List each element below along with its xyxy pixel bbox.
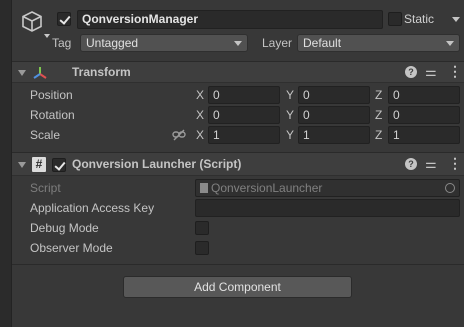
object-picker-icon[interactable] <box>445 183 455 193</box>
scale-x-axis[interactable]: X <box>196 126 204 144</box>
scale-z-field[interactable]: 1 <box>388 126 460 144</box>
script-component-header[interactable]: # Qonversion Launcher (Script) ? ⚌ ⋮ <box>12 152 464 176</box>
rotation-z-axis[interactable]: Z <box>375 106 382 124</box>
gameobject-active-checkbox[interactable] <box>57 12 71 26</box>
static-checkbox[interactable] <box>388 12 402 26</box>
script-enabled-checkbox[interactable] <box>52 158 66 172</box>
position-z-field[interactable]: 0 <box>388 86 460 104</box>
chevron-down-icon <box>234 41 242 46</box>
inspector-panel: QonversionManager Static Tag Untagged La… <box>12 0 464 327</box>
static-label[interactable]: Static <box>404 10 434 28</box>
tag-dropdown[interactable]: Untagged <box>80 34 248 52</box>
tag-value: Untagged <box>86 36 139 50</box>
transform-header[interactable]: Transform ? ⚌ ⋮ <box>12 61 464 83</box>
rotation-x-axis[interactable]: X <box>196 106 204 124</box>
layer-value: Default <box>303 36 342 50</box>
rotation-y-field[interactable]: 0 <box>298 106 370 124</box>
foldout-arrow-icon[interactable] <box>18 70 26 76</box>
rotation-x-field[interactable]: 0 <box>208 106 280 124</box>
script-hash-icon: # <box>32 157 46 172</box>
app-key-label: Application Access Key <box>30 201 155 215</box>
help-icon[interactable]: ? <box>405 66 417 78</box>
script-file-icon <box>200 183 208 193</box>
script-label: Script <box>30 181 61 195</box>
add-component-button[interactable]: Add Component <box>123 276 352 298</box>
presets-icon[interactable]: ⚌ <box>425 156 437 172</box>
scale-y-field[interactable]: 1 <box>298 126 370 144</box>
script-component-title: Qonversion Launcher (Script) <box>72 157 242 171</box>
kebab-menu-icon[interactable]: ⋮ <box>448 63 462 80</box>
tag-label: Tag <box>52 36 72 50</box>
left-panel-edge <box>0 0 12 327</box>
observer-mode-label: Observer Mode <box>30 241 113 255</box>
scale-z-axis[interactable]: Z <box>375 126 382 144</box>
debug-mode-label: Debug Mode <box>30 221 99 235</box>
observer-mode-checkbox[interactable] <box>195 241 209 255</box>
position-x-field[interactable]: 0 <box>208 86 280 104</box>
chevron-down-icon <box>446 41 454 46</box>
script-object-field: QonversionLauncher <box>195 179 460 197</box>
app-key-input[interactable] <box>195 199 460 217</box>
rotation-y-axis[interactable]: Y <box>286 106 294 124</box>
scale-y-axis[interactable]: Y <box>286 126 294 144</box>
kebab-menu-icon[interactable]: ⋮ <box>448 155 462 172</box>
script-value: QonversionLauncher <box>211 181 323 195</box>
position-y-axis[interactable]: Y <box>286 86 294 104</box>
rotation-z-field[interactable]: 0 <box>388 106 460 124</box>
foldout-arrow-icon[interactable] <box>18 162 26 168</box>
gameobject-name-field[interactable]: QonversionManager <box>77 10 383 29</box>
layer-label: Layer <box>262 36 293 50</box>
scale-label: Scale <box>30 128 61 142</box>
transform-axes-icon <box>32 65 48 84</box>
constrain-link-icon[interactable] <box>172 128 186 145</box>
position-label: Position <box>30 88 73 102</box>
scale-x-field[interactable]: 1 <box>208 126 280 144</box>
layer-dropdown[interactable]: Default <box>297 34 460 52</box>
gameobject-cube-icon[interactable] <box>20 9 50 42</box>
transform-title: Transform <box>72 65 131 79</box>
component-separator <box>12 264 464 265</box>
position-z-axis[interactable]: Z <box>375 86 382 104</box>
presets-icon[interactable]: ⚌ <box>425 64 437 80</box>
help-icon[interactable]: ? <box>405 158 417 170</box>
position-x-axis[interactable]: X <box>196 86 204 104</box>
position-y-field[interactable]: 0 <box>298 86 370 104</box>
static-dropdown-caret[interactable] <box>452 17 460 22</box>
debug-mode-checkbox[interactable] <box>195 221 209 235</box>
rotation-label: Rotation <box>30 108 75 122</box>
